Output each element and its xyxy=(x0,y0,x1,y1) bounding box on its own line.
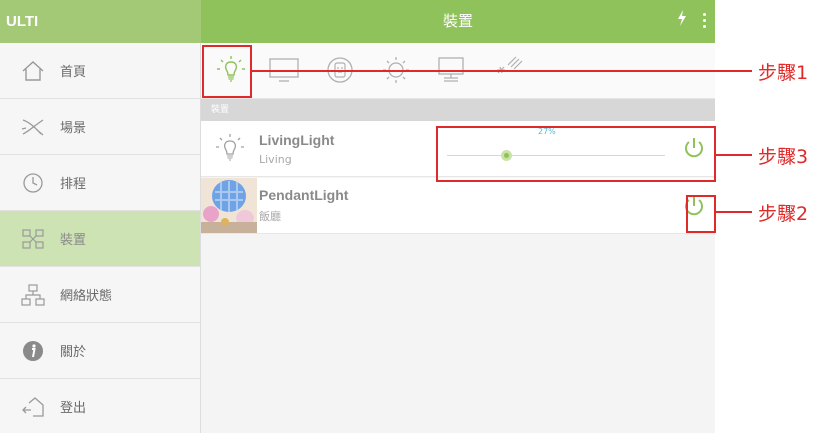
flash-icon[interactable] xyxy=(677,0,687,43)
sidebar-item-label: 首頁 xyxy=(60,65,87,80)
step3-highlight xyxy=(436,126,716,182)
device-room: Living xyxy=(259,153,292,166)
sidebar-item-label: 排程 xyxy=(60,177,87,192)
sidebar-item-network[interactable]: 網絡狀態 xyxy=(0,267,200,323)
category-tv[interactable] xyxy=(267,55,301,89)
sidebar-item-schedule[interactable]: 排程 xyxy=(0,155,200,211)
category-sun[interactable] xyxy=(379,55,413,89)
section-header: 裝置 xyxy=(201,99,715,121)
sidebar-item-label: 場景 xyxy=(60,121,87,136)
monitor-icon xyxy=(436,56,466,88)
sidebar-item-label: 裝置 xyxy=(60,233,87,248)
aircon-icon xyxy=(492,55,524,89)
device-room: 飯廳 xyxy=(259,210,281,223)
app-window: ULTI 裝置 首頁 場景 排程 裝置 網絡狀態 關於 登出 裝置 Living… xyxy=(0,0,715,433)
socket-icon xyxy=(326,56,354,88)
category-aircon[interactable] xyxy=(491,55,525,89)
device-name: PendantLight xyxy=(259,187,349,203)
pendant-photo xyxy=(201,178,257,233)
network-icon xyxy=(20,282,46,308)
logout-icon xyxy=(20,394,46,420)
scene-icon xyxy=(20,114,46,140)
sidebar-item-scene[interactable]: 場景 xyxy=(0,99,200,155)
devices-icon xyxy=(20,226,46,252)
step3-label: 步驟3 xyxy=(758,146,809,168)
step2-label: 步驟2 xyxy=(758,203,809,225)
sidebar-item-about[interactable]: 關於 xyxy=(0,323,200,379)
bulb-icon xyxy=(211,131,249,169)
sidebar-item-label: 關於 xyxy=(60,345,87,360)
device-panel: 裝置 LivingLight Living 27% PendantLight 飯… xyxy=(201,43,715,433)
device-row-pendantlight[interactable]: PendantLight 飯廳 xyxy=(201,178,715,234)
step2-leader-line xyxy=(716,211,752,213)
home-icon xyxy=(20,58,46,84)
step1-label: 步驟1 xyxy=(758,62,809,84)
top-bar: ULTI 裝置 xyxy=(0,0,715,43)
sun-icon xyxy=(381,55,411,89)
more-vert-icon[interactable] xyxy=(703,13,707,30)
category-monitor[interactable] xyxy=(434,55,468,89)
step1-leader-line xyxy=(252,70,752,72)
page-title: 裝置 xyxy=(442,12,473,30)
category-socket[interactable] xyxy=(323,55,357,89)
device-name: LivingLight xyxy=(259,132,335,148)
brand-title: ULTI xyxy=(0,0,201,43)
sidebar-item-label: 網絡狀態 xyxy=(60,289,113,304)
step1-highlight xyxy=(202,45,252,98)
sidebar-item-devices[interactable]: 裝置 xyxy=(0,211,200,267)
sidebar-item-label: 登出 xyxy=(60,401,87,416)
sidebar-item-logout[interactable]: 登出 xyxy=(0,379,200,433)
title-bar: 裝置 xyxy=(201,0,715,43)
step2-highlight xyxy=(686,195,716,233)
clock-icon xyxy=(20,170,46,196)
info-icon xyxy=(20,338,46,364)
step3-leader-line xyxy=(716,154,752,156)
tv-icon xyxy=(268,56,300,88)
sidebar: 首頁 場景 排程 裝置 網絡狀態 關於 登出 xyxy=(0,43,201,433)
sidebar-item-home[interactable]: 首頁 xyxy=(0,43,200,99)
